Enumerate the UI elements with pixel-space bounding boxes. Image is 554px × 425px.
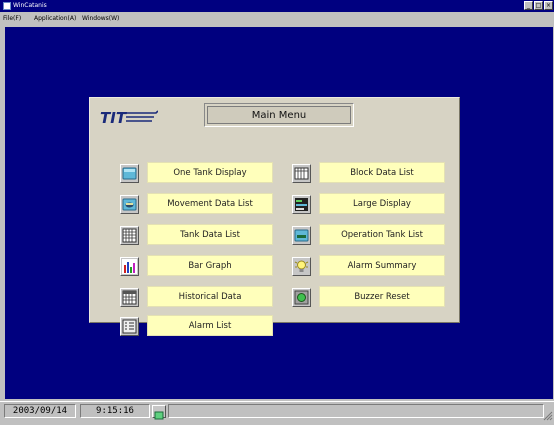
status-tank-icon[interactable] <box>152 405 166 420</box>
app-icon <box>3 2 11 10</box>
status-time: 9:15:16 <box>80 404 150 418</box>
main-menu-header: Main Menu <box>204 103 354 127</box>
menu-windows[interactable]: Windows(W) <box>82 12 119 25</box>
alarm-list-button[interactable]: Alarm List <box>147 315 273 336</box>
calendar-icon[interactable] <box>120 288 139 307</box>
maximize-button[interactable]: □ <box>534 1 543 10</box>
large-display-button[interactable]: Large Display <box>319 193 445 214</box>
bar-chart-icon[interactable] <box>120 257 139 276</box>
menu-bar: File(F) Application(A) Windows(W) <box>0 12 554 25</box>
close-button[interactable]: × <box>544 1 553 10</box>
status-message <box>168 404 544 418</box>
logo-text: TIT <box>100 109 128 127</box>
bulb-icon[interactable] <box>292 257 311 276</box>
large-display-icon[interactable] <box>292 195 311 214</box>
main-menu-panel: TIT Main Menu One Tank Display Movement … <box>89 97 460 336</box>
buzzer-reset-button[interactable]: Buzzer Reset <box>319 286 445 307</box>
window-title: WinCatanis <box>13 2 47 9</box>
block-data-icon[interactable] <box>292 164 311 183</box>
buzzer-icon[interactable] <box>292 288 311 307</box>
minimize-button[interactable]: _ <box>524 1 533 10</box>
alarm-summary-button[interactable]: Alarm Summary <box>319 255 445 276</box>
list-icon[interactable] <box>120 317 139 336</box>
menu-application[interactable]: Application(A) <box>34 12 76 25</box>
operation-tank-list-button[interactable]: Operation Tank List <box>319 224 445 245</box>
title-bar: WinCatanis _ □ × <box>0 0 554 12</box>
one-tank-display-button[interactable]: One Tank Display <box>147 162 273 183</box>
movement-data-list-button[interactable]: Movement Data List <box>147 193 273 214</box>
historical-data-button[interactable]: Historical Data <box>147 286 273 307</box>
resize-grip-icon[interactable] <box>543 411 553 421</box>
grid-icon[interactable] <box>120 226 139 245</box>
company-logo-icon: TIT <box>100 109 158 127</box>
movement-icon[interactable] <box>120 195 139 214</box>
status-date: 2003/09/14 <box>4 404 76 418</box>
block-data-list-button[interactable]: Block Data List <box>319 162 445 183</box>
operation-tank-icon[interactable] <box>292 226 311 245</box>
status-bar: 2003/09/14 9:15:16 <box>0 401 554 422</box>
main-menu-title: Main Menu <box>207 106 351 124</box>
menu-file[interactable]: File(F) <box>3 12 21 25</box>
tank-icon[interactable] <box>120 164 139 183</box>
tank-data-list-button[interactable]: Tank Data List <box>147 224 273 245</box>
bar-graph-button[interactable]: Bar Graph <box>147 255 273 276</box>
